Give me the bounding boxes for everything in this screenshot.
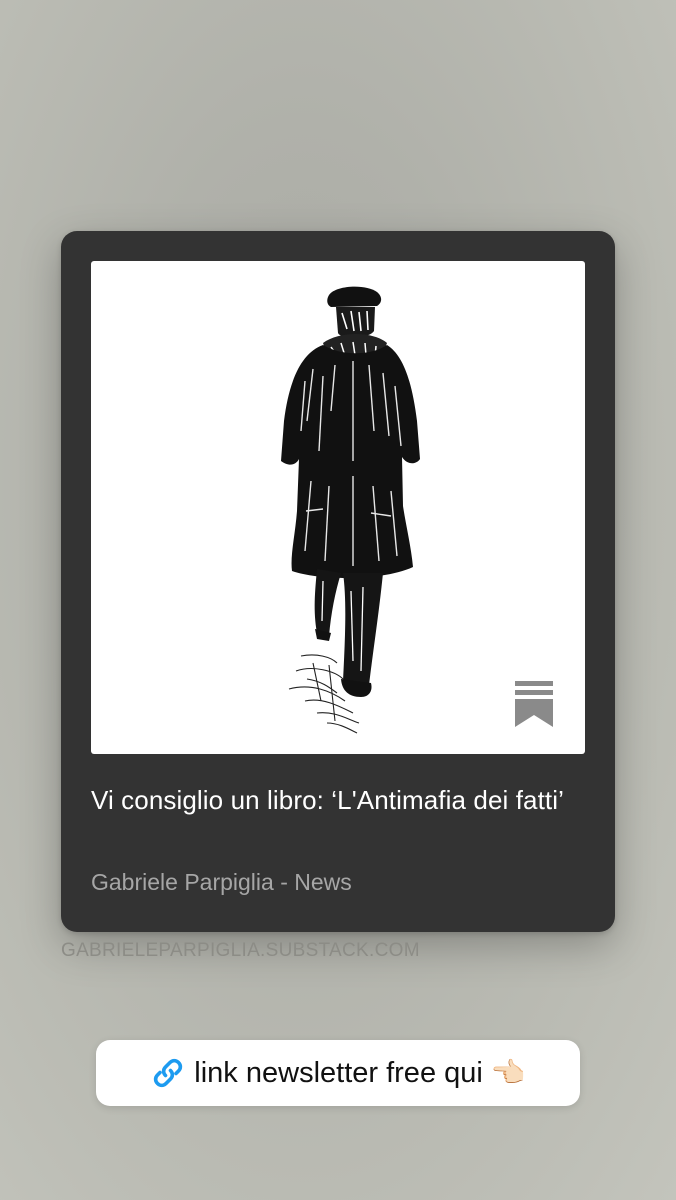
article-illustration: [91, 261, 585, 754]
link-sticker-button[interactable]: link newsletter free qui 👈🏻: [96, 1040, 580, 1106]
link-sticker-label: link newsletter free qui: [194, 1057, 483, 1089]
story-screen: Vi consiglio un libro: ‘L'Antimafia dei …: [0, 0, 676, 1200]
pointing-hand-icon: 👈🏻: [490, 1056, 526, 1089]
article-author: Gabriele Parpiglia - News: [91, 869, 352, 895]
link-icon: [154, 1058, 183, 1088]
source-domain: GABRIELEPARPIGLIA.SUBSTACK.COM: [61, 940, 420, 961]
bookmark-icon: [515, 681, 553, 727]
man-walking-illustration: [281, 286, 420, 734]
link-preview-card[interactable]: Vi consiglio un libro: ‘L'Antimafia dei …: [61, 231, 615, 932]
article-title: Vi consiglio un libro: ‘L'Antimafia dei …: [91, 785, 564, 815]
